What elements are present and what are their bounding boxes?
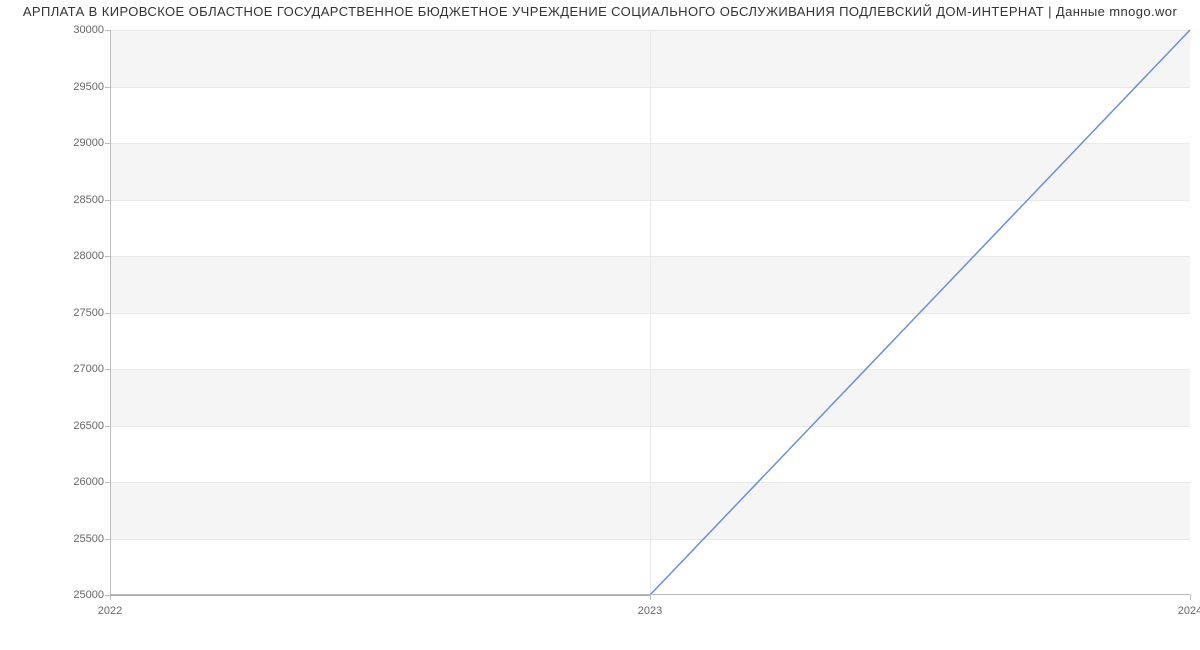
chart-container: АРПЛАТА В КИРОВСКОЕ ОБЛАСТНОЕ ГОСУДАРСТВ… [0, 0, 1200, 650]
y-tick-label: 27000 [50, 363, 104, 375]
y-tick-label: 29500 [50, 81, 104, 93]
y-tick-label: 25500 [50, 533, 104, 545]
x-tick-label: 2022 [98, 605, 122, 617]
y-tick-mark [105, 200, 110, 201]
y-tick-label: 29000 [50, 137, 104, 149]
y-tick-mark [105, 482, 110, 483]
series-line [110, 30, 1190, 595]
line-layer [110, 30, 1190, 595]
y-tick-mark [105, 539, 110, 540]
y-tick-label: 30000 [50, 24, 104, 36]
y-tick-label: 27500 [50, 307, 104, 319]
x-tick-mark [110, 595, 111, 600]
y-axis-line [110, 30, 111, 595]
chart-title: АРПЛАТА В КИРОВСКОЕ ОБЛАСТНОЕ ГОСУДАРСТВ… [0, 4, 1200, 19]
plot-area: 2500025500260002650027000275002800028500… [110, 30, 1190, 595]
y-tick-label: 26000 [50, 476, 104, 488]
y-tick-mark [105, 256, 110, 257]
x-tick-mark [1190, 595, 1191, 600]
y-tick-mark [105, 313, 110, 314]
y-tick-label: 28000 [50, 250, 104, 262]
x-tick-label: 2024 [1178, 605, 1200, 617]
y-tick-mark [105, 369, 110, 370]
y-tick-mark [105, 30, 110, 31]
x-tick-label: 2023 [638, 605, 662, 617]
y-tick-label: 26500 [50, 420, 104, 432]
y-tick-mark [105, 87, 110, 88]
y-tick-label: 28500 [50, 194, 104, 206]
y-tick-mark [105, 143, 110, 144]
x-tick-mark [650, 595, 651, 600]
y-tick-label: 25000 [50, 589, 104, 601]
y-tick-mark [105, 426, 110, 427]
